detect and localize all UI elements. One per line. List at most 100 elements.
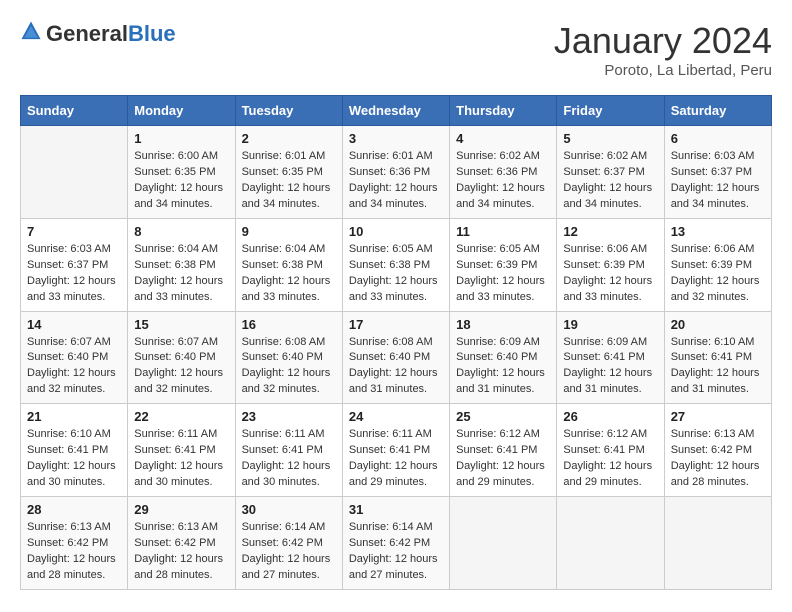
- calendar-week-4: 21 Sunrise: 6:10 AM Sunset: 6:41 PM Dayli…: [21, 404, 772, 497]
- day-number: 5: [563, 131, 657, 146]
- calendar-cell: 10Sunrise: 6:05 AM Sunset: 6:38 PM Dayli…: [342, 218, 449, 311]
- day-number: 25: [456, 409, 550, 424]
- calendar-cell: 20 Sunrise: 6:10 AM Sunset: 6:41 PM Dayli…: [664, 311, 771, 404]
- calendar-cell: 8 Sunrise: 6:04 AM Sunset: 6:38 PM Daylig…: [128, 218, 235, 311]
- day-number: 13: [671, 224, 765, 239]
- day-number: 17: [349, 317, 443, 332]
- calendar-cell: 16 Sunrise: 6:08 AM Sunset: 6:40 PM Dayli…: [235, 311, 342, 404]
- logo-blue: Blue: [128, 21, 176, 46]
- day-number: 21: [27, 409, 121, 424]
- column-header-tuesday: Tuesday: [235, 96, 342, 126]
- calendar-week-5: 28 Sunrise: 6:13 AM Sunset: 6:42 PM Dayli…: [21, 497, 772, 590]
- calendar-cell: 30 Sunrise: 6:14 AM Sunset: 6:42 PM Dayli…: [235, 497, 342, 590]
- day-info: Sunrise: 6:12 AM Sunset: 6:41 PM Dayligh…: [563, 427, 657, 491]
- day-number: 30: [242, 502, 336, 517]
- column-header-monday: Monday: [128, 96, 235, 126]
- column-header-saturday: Saturday: [664, 96, 771, 126]
- day-info: Sunrise: 6:11 AM Sunset: 6:41 PM Dayligh…: [349, 427, 443, 491]
- calendar-cell: 5 Sunrise: 6:02 AM Sunset: 6:37 PM Daylig…: [557, 126, 664, 219]
- day-number: 2: [242, 131, 336, 146]
- calendar-cell: [21, 126, 128, 219]
- day-number: 11: [456, 224, 550, 239]
- day-info: Sunrise: 6:13 AM Sunset: 6:42 PM Dayligh…: [27, 520, 121, 584]
- calendar-cell: 13 Sunrise: 6:06 AM Sunset: 6:39 PM Dayli…: [664, 218, 771, 311]
- column-header-friday: Friday: [557, 96, 664, 126]
- header: GeneralBlue January 2024 Poroto, La Libe…: [20, 20, 772, 79]
- calendar-cell: 15 Sunrise: 6:07 AM Sunset: 6:40 PM Dayli…: [128, 311, 235, 404]
- day-number: 4: [456, 131, 550, 146]
- day-info: Sunrise: 6:14 AM Sunset: 6:42 PM Dayligh…: [242, 520, 336, 584]
- day-number: 15: [134, 317, 228, 332]
- day-number: 6: [671, 131, 765, 146]
- day-number: 27: [671, 409, 765, 424]
- calendar-cell: 11 Sunrise: 6:05 AM Sunset: 6:39 PM Dayli…: [450, 218, 557, 311]
- day-info: Sunrise: 6:04 AM Sunset: 6:38 PM Dayligh…: [134, 242, 228, 306]
- calendar-cell: 2Sunrise: 6:01 AM Sunset: 6:35 PM Daylig…: [235, 126, 342, 219]
- calendar-header: SundayMondayTuesdayWednesdayThursdayFrid…: [21, 96, 772, 126]
- day-info: Sunrise: 6:08 AM Sunset: 6:40 PM Dayligh…: [242, 335, 336, 399]
- day-number: 20: [671, 317, 765, 332]
- calendar-cell: 26Sunrise: 6:12 AM Sunset: 6:41 PM Dayli…: [557, 404, 664, 497]
- calendar-cell: 23Sunrise: 6:11 AM Sunset: 6:41 PM Dayli…: [235, 404, 342, 497]
- day-info: Sunrise: 6:07 AM Sunset: 6:40 PM Dayligh…: [27, 335, 121, 399]
- day-number: 29: [134, 502, 228, 517]
- day-info: Sunrise: 6:01 AM Sunset: 6:36 PM Dayligh…: [349, 149, 443, 213]
- logo: GeneralBlue: [20, 20, 176, 47]
- calendar-body: 1 Sunrise: 6:00 AM Sunset: 6:35 PM Daylig…: [21, 126, 772, 590]
- day-number: 8: [134, 224, 228, 239]
- calendar-cell: 31 Sunrise: 6:14 AM Sunset: 6:42 PM Dayli…: [342, 497, 449, 590]
- day-info: Sunrise: 6:04 AM Sunset: 6:38 PM Dayligh…: [242, 242, 336, 306]
- day-number: 18: [456, 317, 550, 332]
- day-info: Sunrise: 6:02 AM Sunset: 6:36 PM Dayligh…: [456, 149, 550, 213]
- calendar-cell: 24Sunrise: 6:11 AM Sunset: 6:41 PM Dayli…: [342, 404, 449, 497]
- day-info: Sunrise: 6:10 AM Sunset: 6:41 PM Dayligh…: [671, 335, 765, 399]
- day-info: Sunrise: 6:00 AM Sunset: 6:35 PM Dayligh…: [134, 149, 228, 213]
- day-number: 14: [27, 317, 121, 332]
- calendar-cell: 28 Sunrise: 6:13 AM Sunset: 6:42 PM Dayli…: [21, 497, 128, 590]
- day-info: Sunrise: 6:09 AM Sunset: 6:41 PM Dayligh…: [563, 335, 657, 399]
- column-header-wednesday: Wednesday: [342, 96, 449, 126]
- location-subtitle: Poroto, La Libertad, Peru: [554, 62, 772, 79]
- calendar-cell: 3 Sunrise: 6:01 AM Sunset: 6:36 PM Daylig…: [342, 126, 449, 219]
- calendar-cell: 14 Sunrise: 6:07 AM Sunset: 6:40 PM Dayli…: [21, 311, 128, 404]
- day-number: 7: [27, 224, 121, 239]
- day-number: 16: [242, 317, 336, 332]
- calendar-week-2: 7 Sunrise: 6:03 AM Sunset: 6:37 PM Daylig…: [21, 218, 772, 311]
- calendar-cell: 19Sunrise: 6:09 AM Sunset: 6:41 PM Dayli…: [557, 311, 664, 404]
- day-info: Sunrise: 6:11 AM Sunset: 6:41 PM Dayligh…: [242, 427, 336, 491]
- day-info: Sunrise: 6:07 AM Sunset: 6:40 PM Dayligh…: [134, 335, 228, 399]
- day-info: Sunrise: 6:06 AM Sunset: 6:39 PM Dayligh…: [671, 242, 765, 306]
- day-info: Sunrise: 6:02 AM Sunset: 6:37 PM Dayligh…: [563, 149, 657, 213]
- calendar-cell: 21 Sunrise: 6:10 AM Sunset: 6:41 PM Dayli…: [21, 404, 128, 497]
- day-info: Sunrise: 6:11 AM Sunset: 6:41 PM Dayligh…: [134, 427, 228, 491]
- calendar-cell: 25 Sunrise: 6:12 AM Sunset: 6:41 PM Dayli…: [450, 404, 557, 497]
- day-info: Sunrise: 6:03 AM Sunset: 6:37 PM Dayligh…: [671, 149, 765, 213]
- column-header-thursday: Thursday: [450, 96, 557, 126]
- calendar-cell: [557, 497, 664, 590]
- month-title: January 2024: [554, 20, 772, 62]
- day-info: Sunrise: 6:08 AM Sunset: 6:40 PM Dayligh…: [349, 335, 443, 399]
- calendar-header-row: SundayMondayTuesdayWednesdayThursdayFrid…: [21, 96, 772, 126]
- day-number: 3: [349, 131, 443, 146]
- calendar-cell: 29Sunrise: 6:13 AM Sunset: 6:42 PM Dayli…: [128, 497, 235, 590]
- calendar-cell: 17 Sunrise: 6:08 AM Sunset: 6:40 PM Dayli…: [342, 311, 449, 404]
- day-info: Sunrise: 6:14 AM Sunset: 6:42 PM Dayligh…: [349, 520, 443, 584]
- calendar-cell: [664, 497, 771, 590]
- day-number: 28: [27, 502, 121, 517]
- day-info: Sunrise: 6:13 AM Sunset: 6:42 PM Dayligh…: [671, 427, 765, 491]
- calendar-cell: [450, 497, 557, 590]
- calendar-cell: 27 Sunrise: 6:13 AM Sunset: 6:42 PM Dayli…: [664, 404, 771, 497]
- calendar-cell: 1 Sunrise: 6:00 AM Sunset: 6:35 PM Daylig…: [128, 126, 235, 219]
- calendar-week-3: 14 Sunrise: 6:07 AM Sunset: 6:40 PM Dayli…: [21, 311, 772, 404]
- day-number: 31: [349, 502, 443, 517]
- day-info: Sunrise: 6:05 AM Sunset: 6:39 PM Dayligh…: [456, 242, 550, 306]
- day-number: 12: [563, 224, 657, 239]
- day-number: 22: [134, 409, 228, 424]
- day-info: Sunrise: 6:03 AM Sunset: 6:37 PM Dayligh…: [27, 242, 121, 306]
- day-info: Sunrise: 6:10 AM Sunset: 6:41 PM Dayligh…: [27, 427, 121, 491]
- day-info: Sunrise: 6:12 AM Sunset: 6:41 PM Dayligh…: [456, 427, 550, 491]
- title-area: January 2024 Poroto, La Libertad, Peru: [554, 20, 772, 79]
- day-info: Sunrise: 6:09 AM Sunset: 6:40 PM Dayligh…: [456, 335, 550, 399]
- day-number: 10: [349, 224, 443, 239]
- day-number: 1: [134, 131, 228, 146]
